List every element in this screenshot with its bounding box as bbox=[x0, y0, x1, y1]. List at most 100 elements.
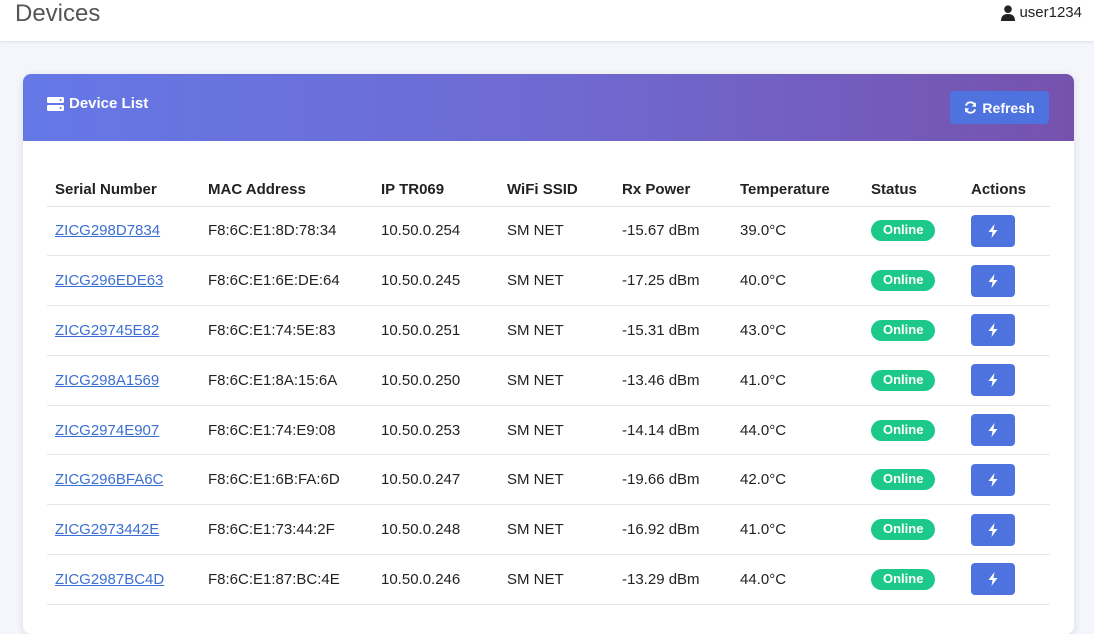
status-cell: Online bbox=[863, 305, 963, 356]
wifi-ssid-cell: SM NET bbox=[499, 255, 614, 307]
ip-tr069-cell: 10.50.0.254 bbox=[373, 206, 499, 257]
column-header-temperature[interactable]: Temperature bbox=[732, 174, 863, 207]
temperature-cell: 41.0°C bbox=[732, 355, 863, 406]
mac-address-cell: F8:6C:E1:8A:15:6A bbox=[200, 355, 373, 406]
ip-tr069-cell: 10.50.0.247 bbox=[373, 454, 499, 506]
rx-power-cell: -13.46 dBm bbox=[614, 355, 732, 406]
action-button[interactable] bbox=[971, 264, 1015, 297]
status-badge: Online bbox=[871, 369, 936, 391]
ip-tr069-cell: 10.50.0.253 bbox=[373, 405, 499, 456]
status-cell: Online bbox=[863, 454, 963, 506]
temperature-cell: 42.0°C bbox=[732, 454, 863, 506]
wifi-ssid-cell: SM NET bbox=[499, 355, 614, 406]
wifi-ssid-cell: SM NET bbox=[499, 504, 614, 556]
rx-power-cell: -15.67 dBm bbox=[614, 206, 732, 257]
temperature-cell: 39.0°C bbox=[732, 206, 863, 257]
rx-power-cell: -15.31 dBm bbox=[614, 305, 732, 356]
bolt-icon bbox=[988, 373, 998, 388]
ip-tr069-cell: 10.50.0.250 bbox=[373, 355, 499, 406]
serial-number-link[interactable]: ZICG298A1569 bbox=[55, 372, 159, 389]
rx-power-cell: -16.92 dBm bbox=[614, 504, 732, 556]
status-badge: Online bbox=[871, 419, 936, 441]
serial-number-link[interactable]: ZICG2987BC4D bbox=[55, 571, 164, 588]
action-button[interactable] bbox=[971, 563, 1015, 596]
serial-cell: ZICG2973442E bbox=[47, 504, 200, 556]
table-header-row: Serial Number MAC Address IP TR069 WiFi … bbox=[47, 174, 1050, 207]
serial-number-link[interactable]: ZICG298D7834 bbox=[55, 222, 160, 239]
temperature-cell: 44.0°C bbox=[732, 554, 863, 605]
actions-cell bbox=[963, 206, 1050, 257]
status-badge: Online bbox=[871, 270, 936, 292]
ip-tr069-cell: 10.50.0.251 bbox=[373, 305, 499, 356]
serial-cell: ZICG298A1569 bbox=[47, 355, 200, 406]
ip-tr069-cell: 10.50.0.248 bbox=[373, 504, 499, 556]
actions-cell bbox=[963, 504, 1050, 556]
status-cell: Online bbox=[863, 504, 963, 556]
bolt-icon bbox=[988, 423, 998, 438]
serial-cell: ZICG2987BC4D bbox=[47, 554, 200, 605]
bolt-icon bbox=[988, 223, 998, 238]
serial-cell: ZICG2974E907 bbox=[47, 405, 200, 456]
rx-power-cell: -17.25 dBm bbox=[614, 255, 732, 307]
wifi-ssid-cell: SM NET bbox=[499, 305, 614, 356]
table-row: ZICG296EDE63 F8:6C:E1:6E:DE:64 10.50.0.2… bbox=[47, 255, 1050, 307]
serial-number-link[interactable]: ZICG29745E82 bbox=[55, 322, 159, 339]
status-badge: Online bbox=[871, 519, 936, 541]
serial-number-link[interactable]: ZICG2974E907 bbox=[55, 422, 159, 439]
table-row: ZICG2974E907 F8:6C:E1:74:E9:08 10.50.0.2… bbox=[47, 405, 1050, 456]
status-badge: Online bbox=[871, 319, 936, 341]
ip-tr069-cell: 10.50.0.246 bbox=[373, 554, 499, 605]
column-header-serial[interactable]: Serial Number bbox=[47, 174, 200, 207]
mac-address-cell: F8:6C:E1:6B:FA:6D bbox=[200, 454, 373, 506]
actions-cell bbox=[963, 554, 1050, 605]
status-cell: Online bbox=[863, 355, 963, 406]
column-header-ip[interactable]: IP TR069 bbox=[373, 174, 499, 207]
column-header-status[interactable]: Status bbox=[863, 174, 963, 207]
serial-number-link[interactable]: ZICG296EDE63 bbox=[55, 272, 163, 289]
action-button[interactable] bbox=[971, 463, 1015, 496]
action-button[interactable] bbox=[971, 513, 1015, 546]
bolt-icon bbox=[988, 572, 998, 587]
status-badge: Online bbox=[871, 568, 936, 590]
mac-address-cell: F8:6C:E1:74:5E:83 bbox=[200, 305, 373, 356]
card-title-label: Device List bbox=[69, 95, 149, 112]
device-list-card: Device List Refresh Serial Number MAC Ad… bbox=[23, 74, 1074, 634]
temperature-cell: 41.0°C bbox=[732, 504, 863, 556]
column-header-mac[interactable]: MAC Address bbox=[200, 174, 373, 207]
refresh-button[interactable]: Refresh bbox=[950, 91, 1049, 124]
status-badge: Online bbox=[871, 220, 936, 242]
username: user1234 bbox=[1019, 4, 1082, 21]
table-row: ZICG296BFA6C F8:6C:E1:6B:FA:6D 10.50.0.2… bbox=[47, 454, 1050, 506]
serial-cell: ZICG296BFA6C bbox=[47, 454, 200, 506]
top-navbar: Devices user1234 bbox=[0, 0, 1094, 42]
column-header-rx-power[interactable]: Rx Power bbox=[614, 174, 732, 207]
action-button[interactable] bbox=[971, 314, 1015, 347]
server-icon bbox=[47, 96, 64, 111]
actions-cell bbox=[963, 405, 1050, 456]
serial-cell: ZICG298D7834 bbox=[47, 206, 200, 257]
card-header: Device List Refresh bbox=[23, 74, 1074, 141]
bolt-icon bbox=[988, 472, 998, 487]
bolt-icon bbox=[988, 273, 998, 288]
action-button[interactable] bbox=[971, 214, 1015, 247]
device-table: Serial Number MAC Address IP TR069 WiFi … bbox=[47, 174, 1050, 605]
rx-power-cell: -14.14 dBm bbox=[614, 405, 732, 456]
mac-address-cell: F8:6C:E1:73:44:2F bbox=[200, 504, 373, 556]
table-row: ZICG29745E82 F8:6C:E1:74:5E:83 10.50.0.2… bbox=[47, 305, 1050, 356]
status-badge: Online bbox=[871, 469, 936, 491]
action-button[interactable] bbox=[971, 414, 1015, 447]
user-menu[interactable]: user1234 bbox=[1001, 4, 1082, 21]
card-title: Device List bbox=[47, 95, 148, 112]
wifi-ssid-cell: SM NET bbox=[499, 206, 614, 257]
wifi-ssid-cell: SM NET bbox=[499, 454, 614, 506]
action-button[interactable] bbox=[971, 364, 1015, 397]
serial-number-link[interactable]: ZICG296BFA6C bbox=[55, 471, 163, 488]
status-cell: Online bbox=[863, 206, 963, 257]
serial-number-link[interactable]: ZICG2973442E bbox=[55, 521, 159, 538]
user-icon bbox=[1001, 4, 1016, 21]
refresh-button-label: Refresh bbox=[982, 99, 1035, 116]
rx-power-cell: -13.29 dBm bbox=[614, 554, 732, 605]
serial-cell: ZICG29745E82 bbox=[47, 305, 200, 356]
column-header-ssid[interactable]: WiFi SSID bbox=[499, 174, 614, 207]
sync-icon bbox=[965, 101, 977, 114]
